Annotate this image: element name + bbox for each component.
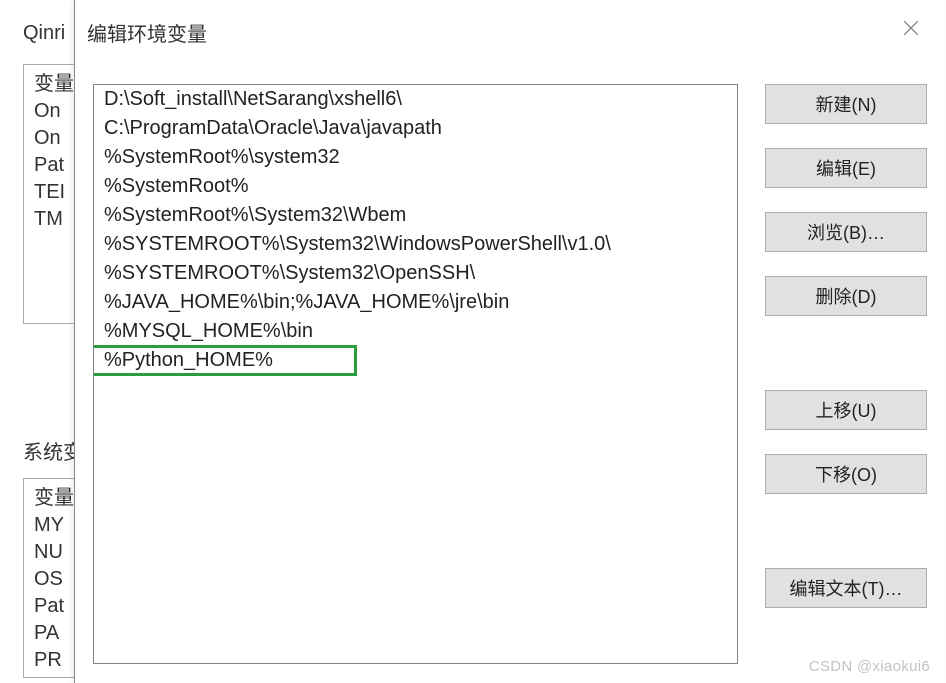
path-item[interactable]: C:\ProgramData\Oracle\Java\javapath <box>94 114 737 143</box>
path-item[interactable]: D:\Soft_install\NetSarang\xshell6\ <box>94 85 737 114</box>
edit-env-dialog: 编辑环境变量 D:\Soft_install\NetSarang\xshell6… <box>74 0 943 683</box>
path-item[interactable]: %SystemRoot%\System32\Wbem <box>94 201 737 230</box>
path-item[interactable]: %SYSTEMROOT%\System32\OpenSSH\ <box>94 259 737 288</box>
watermark: CSDN @xiaokui6 <box>809 658 930 675</box>
delete-button[interactable]: 删除(D) <box>765 276 927 316</box>
move-down-button[interactable]: 下移(O) <box>765 454 927 494</box>
dialog-title: 编辑环境变量 <box>87 18 207 47</box>
move-up-button[interactable]: 上移(U) <box>765 390 927 430</box>
path-item[interactable]: %MYSQL_HOME%\bin <box>94 317 737 346</box>
new-button[interactable]: 新建(N) <box>765 84 927 124</box>
close-icon <box>902 19 920 37</box>
close-button[interactable] <box>897 14 925 42</box>
edit-text-button[interactable]: 编辑文本(T)… <box>765 568 927 608</box>
browse-button[interactable]: 浏览(B)… <box>765 212 927 252</box>
path-item[interactable]: %Python_HOME% <box>93 346 356 375</box>
path-listbox[interactable]: D:\Soft_install\NetSarang\xshell6\C:\Pro… <box>93 84 738 664</box>
path-item[interactable]: %SYSTEMROOT%\System32\WindowsPowerShell\… <box>94 230 737 259</box>
path-item[interactable]: %JAVA_HOME%\bin;%JAVA_HOME%\jre\bin <box>94 288 737 317</box>
path-item[interactable]: %SystemRoot%\system32 <box>94 143 737 172</box>
parent-tab-label: Qinri <box>23 22 65 45</box>
button-column: 新建(N) 编辑(E) 浏览(B)… 删除(D) 上移(U) 下移(O) 编辑文… <box>765 84 927 632</box>
path-item[interactable]: %SystemRoot% <box>94 172 737 201</box>
edit-button[interactable]: 编辑(E) <box>765 148 927 188</box>
